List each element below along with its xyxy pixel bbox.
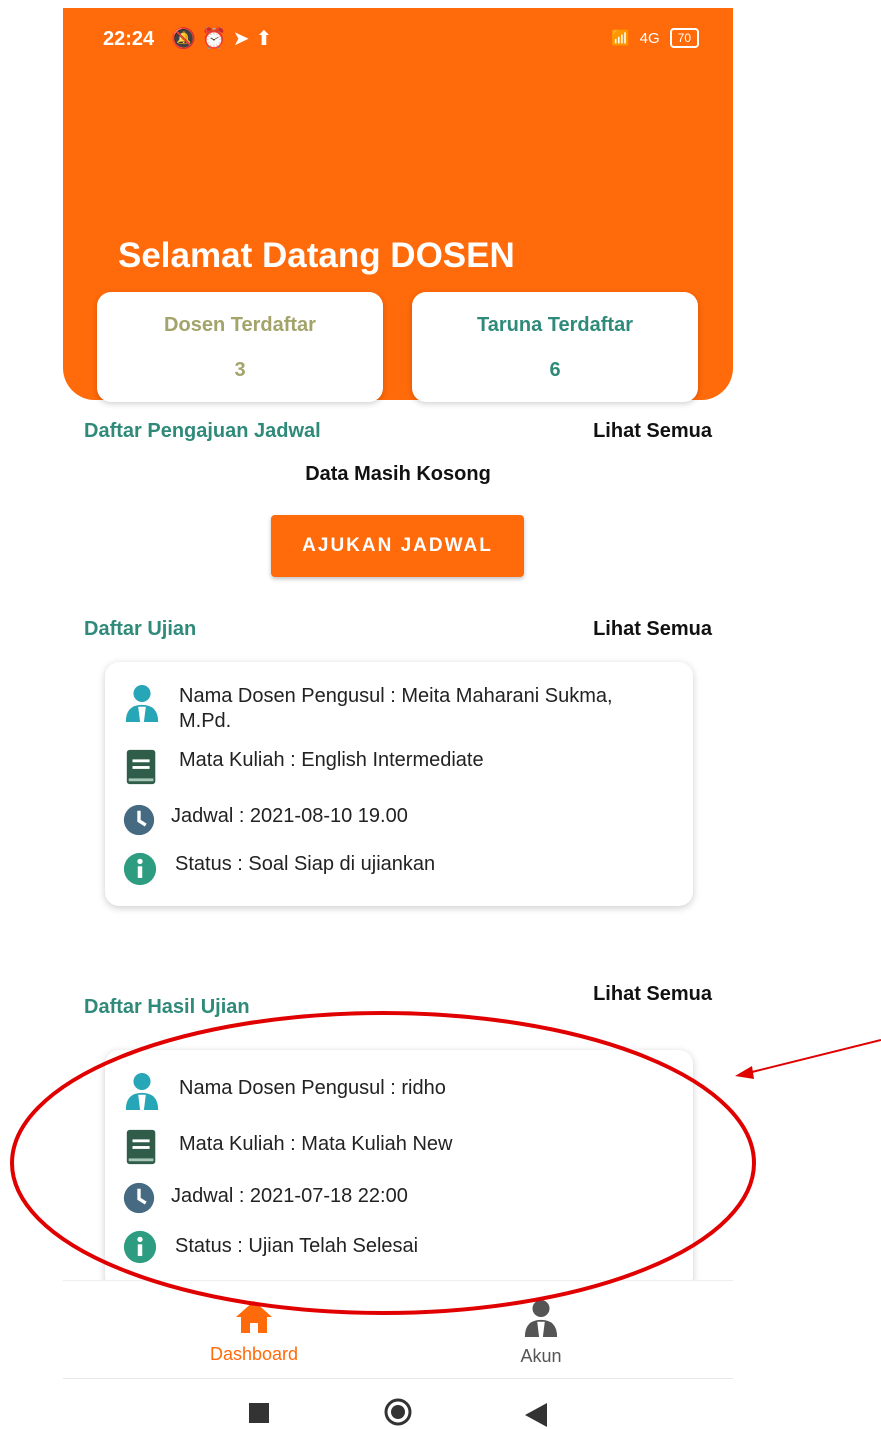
lecturer-icon bbox=[125, 684, 159, 722]
nav-dashboard[interactable]: Dashboard bbox=[184, 1299, 324, 1365]
empty-state-text: Data Masih Kosong bbox=[305, 463, 491, 485]
exam-status-row: Status : Soal Siap di ujiankan bbox=[123, 852, 435, 886]
exam-card[interactable]: Nama Dosen Pengusul : Meita Maharani Suk… bbox=[105, 662, 693, 906]
home-button-icon[interactable] bbox=[383, 1397, 413, 1427]
signal-icon: 4G bbox=[639, 29, 660, 47]
home-icon bbox=[236, 1301, 272, 1333]
nav-account-label: Akun bbox=[520, 1346, 562, 1366]
stat-card-cadets[interactable]: Taruna Terdaftar 6 bbox=[412, 292, 698, 402]
section-title-exams: Daftar Ujian bbox=[84, 618, 197, 640]
result-lecturer-row: Nama Dosen Pengusul : ridho bbox=[123, 1072, 446, 1110]
status-bar: 22:24 🔕⏰➤⬆ 📶 4G 70 bbox=[63, 8, 733, 68]
exam-course-row: Mata Kuliah : English Intermediate bbox=[123, 748, 484, 786]
stat-card-lecturers[interactable]: Dosen Terdaftar 3 bbox=[97, 292, 383, 402]
see-all-exams-link[interactable]: Lihat Semua bbox=[593, 618, 712, 641]
result-course-row: Mata Kuliah : Mata Kuliah New bbox=[123, 1128, 452, 1166]
result-card[interactable]: Nama Dosen Pengusul : ridho Mata Kuliah … bbox=[105, 1050, 693, 1290]
notification-icons: 🔕⏰➤⬆ bbox=[171, 28, 279, 50]
stat-value: 3 bbox=[234, 359, 246, 381]
status-time: 22:24 bbox=[103, 28, 155, 50]
exam-course-text: Mata Kuliah : English Intermediate bbox=[179, 749, 484, 771]
back-icon[interactable] bbox=[525, 1403, 547, 1427]
see-all-schedule-requests-link[interactable]: Lihat Semua bbox=[593, 420, 712, 443]
battery-icon: 70 bbox=[669, 28, 699, 48]
result-schedule-text: Jadwal : 2021-07-18 22:00 bbox=[171, 1185, 408, 1207]
book-icon bbox=[126, 749, 156, 785]
wifi-icon: 📶 bbox=[610, 30, 630, 47]
book-icon bbox=[126, 1129, 156, 1165]
nav-account[interactable]: Akun bbox=[471, 1299, 611, 1367]
section-title-schedule-requests: Daftar Pengajuan Jadwal bbox=[84, 420, 321, 442]
exam-lecturer-row: Nama Dosen Pengusul : Meita Maharani Suk… bbox=[123, 684, 663, 734]
stat-value: 6 bbox=[549, 359, 561, 381]
info-icon bbox=[123, 852, 157, 886]
app-screen: 22:24 🔕⏰➤⬆ 📶 4G 70 Selamat Datang DOSEN … bbox=[63, 0, 733, 1429]
clock-icon bbox=[123, 804, 155, 836]
info-icon bbox=[123, 1230, 157, 1264]
nav-dashboard-label: Dashboard bbox=[209, 1344, 299, 1364]
system-status-icons: 📶 4G 70 bbox=[611, 28, 699, 48]
lecturer-icon bbox=[125, 1072, 159, 1110]
result-schedule-row: Jadwal : 2021-07-18 22:00 bbox=[123, 1182, 408, 1214]
user-icon bbox=[524, 1300, 558, 1337]
exam-schedule-text: Jadwal : 2021-08-10 19.00 bbox=[171, 805, 408, 827]
bottom-navigation: Dashboard Akun bbox=[63, 1280, 733, 1377]
clock-icon bbox=[123, 1182, 155, 1214]
annotation-arrow-head bbox=[735, 1066, 754, 1079]
result-status-row: Status : Ujian Telah Selesai bbox=[123, 1230, 418, 1264]
exam-schedule-row: Jadwal : 2021-08-10 19.00 bbox=[123, 804, 408, 836]
result-status-text: Status : Ujian Telah Selesai bbox=[175, 1235, 419, 1257]
system-navigation-bar bbox=[63, 1378, 733, 1429]
stat-label: Dosen Terdaftar bbox=[164, 314, 316, 336]
annotation-arrow-line bbox=[747, 1039, 881, 1074]
stat-label: Taruna Terdaftar bbox=[477, 314, 633, 336]
result-course-text: Mata Kuliah : Mata Kuliah New bbox=[179, 1133, 453, 1155]
recent-apps-icon[interactable] bbox=[249, 1403, 269, 1423]
submit-schedule-button[interactable]: AJUKAN JADWAL bbox=[271, 515, 524, 577]
result-lecturer-text: Nama Dosen Pengusul : ridho bbox=[179, 1077, 446, 1099]
see-all-results-link[interactable]: Lihat Semua bbox=[593, 983, 712, 1006]
section-title-results: Daftar Hasil Ujian bbox=[84, 996, 250, 1018]
welcome-title: Selamat Datang DOSEN bbox=[118, 236, 515, 275]
exam-lecturer-text: Nama Dosen Pengusul : Meita Maharani Suk… bbox=[179, 685, 613, 732]
exam-status-text: Status : Soal Siap di ujiankan bbox=[175, 853, 436, 875]
